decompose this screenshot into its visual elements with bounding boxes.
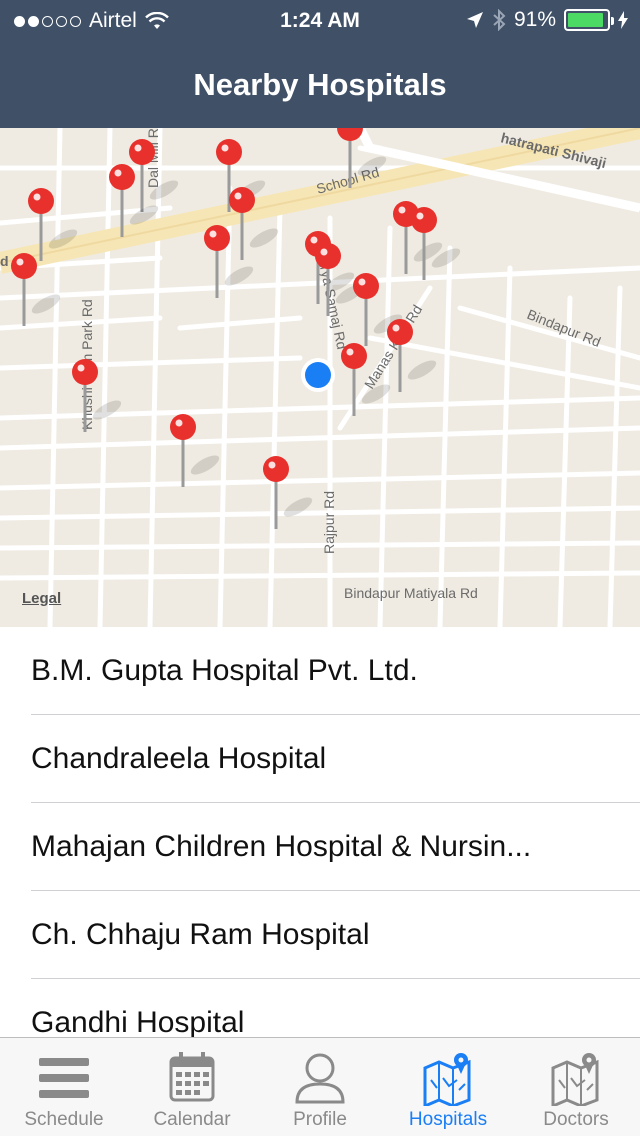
user-location-dot [305,362,331,388]
road-label-rajpur: Rajpur Rd [321,491,337,554]
battery-icon [564,9,614,31]
calendar-icon [169,1052,215,1102]
map-canvas[interactable]: School Rd hatrapati Shivaji Dal Mill Rd … [0,128,640,627]
hospital-pin[interactable] [170,414,222,487]
tab-label: Hospitals [408,1109,488,1130]
page-title: Nearby Hospitals [193,67,447,102]
hospital-list: B.M. Gupta Hospital Pvt. Ltd. Chandralee… [0,627,640,1037]
battery-percent: 91% [513,8,556,31]
hospital-name: Ch. Chhaju Ram Hospital [31,918,370,951]
tab-label: Calendar [153,1109,231,1130]
map-pin-icon [551,1053,599,1106]
status-bar: Airtel 1:24 AM 91% [0,0,640,40]
tab-label: Schedule [24,1109,104,1130]
legal-link[interactable]: Legal [22,590,61,607]
tab-hospitals[interactable]: Hospitals [384,1038,512,1136]
list-icon [39,1058,89,1098]
tab-doctors[interactable]: Doctors [512,1038,640,1136]
hospital-name: B.M. Gupta Hospital Pvt. Ltd. [31,654,418,687]
list-item[interactable]: B.M. Gupta Hospital Pvt. Ltd. [0,627,640,715]
road-label-edge: d [0,253,9,269]
status-right: 91% [466,8,628,32]
profile-icon [295,1053,345,1104]
tab-label: Profile [293,1109,347,1130]
tab-profile[interactable]: Profile [256,1038,384,1136]
hospital-map[interactable]: School Rd hatrapati Shivaji Dal Mill Rd … [0,128,640,627]
bluetooth-icon [493,9,506,31]
tab-label: Doctors [543,1109,609,1130]
navigation-bar: Nearby Hospitals [0,40,640,128]
tab-schedule[interactable]: Schedule [0,1038,128,1136]
list-item[interactable]: Mahajan Children Hospital & Nursin... [0,803,640,891]
hospital-name: Chandraleela Hospital [31,742,327,775]
road-label-bindapur-matiyala: Bindapur Matiyala Rd [344,585,478,601]
map-pin-icon [423,1053,471,1106]
road-label-arya-samaj: Arya Samaj Rd [315,255,350,350]
list-item[interactable]: Ch. Chhaju Ram Hospital [0,891,640,979]
hospital-name: Gandhi Hospital [31,1006,245,1037]
list-item[interactable]: Chandraleela Hospital [0,715,640,803]
charging-bolt-icon [618,11,628,29]
location-arrow-icon [466,12,483,28]
tab-bar: Schedule Calendar Profile Hospitals Doct… [0,1037,640,1136]
hospital-name: Mahajan Children Hospital & Nursin... [31,830,532,863]
list-item[interactable]: Gandhi Hospital [0,979,640,1037]
tab-calendar[interactable]: Calendar [128,1038,256,1136]
